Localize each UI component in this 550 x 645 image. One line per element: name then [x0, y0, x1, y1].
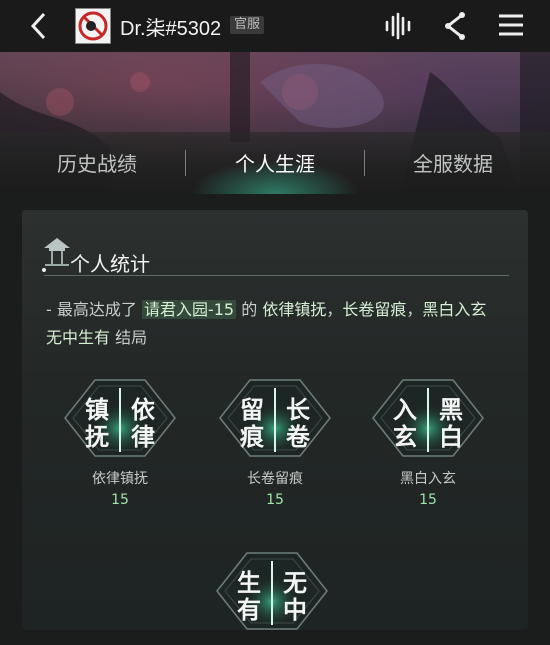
server-badge: 官服: [230, 16, 265, 34]
emblem-glyph: 卷: [286, 422, 311, 451]
stats-description: - 最高达成了 请君入园-15 的 依律镇抚，长卷留痕，黑白入玄 无中生有 结局: [46, 296, 506, 352]
back-arrow-icon[interactable]: [28, 10, 50, 42]
tab-history[interactable]: 历史战绩: [22, 148, 172, 178]
desc-text: 的: [241, 300, 258, 319]
emblem-glyph: 中: [283, 595, 307, 624]
ending-emblem-icon: 生无有中: [216, 552, 328, 630]
ending-highlight: 黑白入玄: [422, 300, 487, 319]
emblem-glyph: 抚: [85, 422, 109, 451]
tab-server-data[interactable]: 全服数据: [378, 148, 528, 178]
ending-badge[interactable]: 镇依抚律依律镇抚 15: [55, 368, 185, 508]
ending-count: 15: [111, 492, 129, 508]
emblem-glyph: 无: [283, 568, 307, 597]
emblem-glyph: 律: [131, 422, 155, 451]
desc-text: 结局: [115, 328, 148, 347]
pavilion-icon: [42, 238, 70, 272]
ending-badge[interactable]: 留长痕卷长卷留痕 15: [210, 368, 340, 508]
ending-emblem-icon: 留长痕卷: [219, 379, 331, 457]
emblem-glyph: 黑: [439, 395, 463, 424]
stage-highlight: 请君入园-15: [141, 300, 237, 319]
share-icon[interactable]: [440, 11, 470, 41]
ending-name: 依律镇抚: [92, 471, 148, 487]
section-title: 个人统计: [70, 252, 150, 276]
ending-emblem-icon: 入黑玄白: [372, 379, 484, 457]
ending-count: 15: [266, 492, 284, 508]
top-bar: Dr.柒#5302 官服: [0, 0, 550, 52]
desc-text: - 最高达成了: [46, 300, 137, 319]
emblem-glyph: 镇: [85, 395, 109, 424]
tab-divider: [364, 150, 365, 176]
ending-name: 黑白入玄: [400, 471, 456, 487]
emblem-glyph: 玄: [393, 422, 417, 451]
menu-icon[interactable]: [497, 11, 527, 41]
desc-separator: ，: [326, 300, 343, 319]
ending-name: 长卷留痕: [247, 471, 303, 487]
tab-divider: [185, 150, 186, 176]
emblem-glyph: 留: [240, 395, 264, 424]
ending-badge[interactable]: 生无有中: [207, 541, 337, 645]
ending-count: 15: [419, 492, 437, 508]
emblem-glyph: 入: [393, 395, 417, 424]
emblem-glyph: 有: [237, 595, 261, 624]
ending-highlight: 依律镇抚: [262, 300, 327, 319]
emblem-glyph: 长: [286, 395, 311, 424]
ending-emblem-icon: 镇依抚律: [64, 379, 176, 457]
avatar[interactable]: [75, 8, 111, 44]
tab-career[interactable]: 个人生涯: [200, 148, 350, 178]
desc-separator: ，: [406, 300, 423, 319]
emblem-glyph: 白: [439, 422, 463, 451]
emblem-glyph: 痕: [240, 422, 265, 451]
audio-wave-icon[interactable]: [383, 11, 413, 41]
ending-highlight: 长卷留痕: [342, 300, 407, 319]
section-divider: [44, 275, 509, 276]
ending-badge[interactable]: 入黑玄白黑白入玄 15: [363, 368, 493, 508]
username: Dr.柒#5302: [120, 18, 222, 40]
emblem-glyph: 依: [131, 395, 156, 424]
emblem-glyph: 生: [237, 568, 261, 597]
ending-highlight: 无中生有: [46, 328, 111, 347]
